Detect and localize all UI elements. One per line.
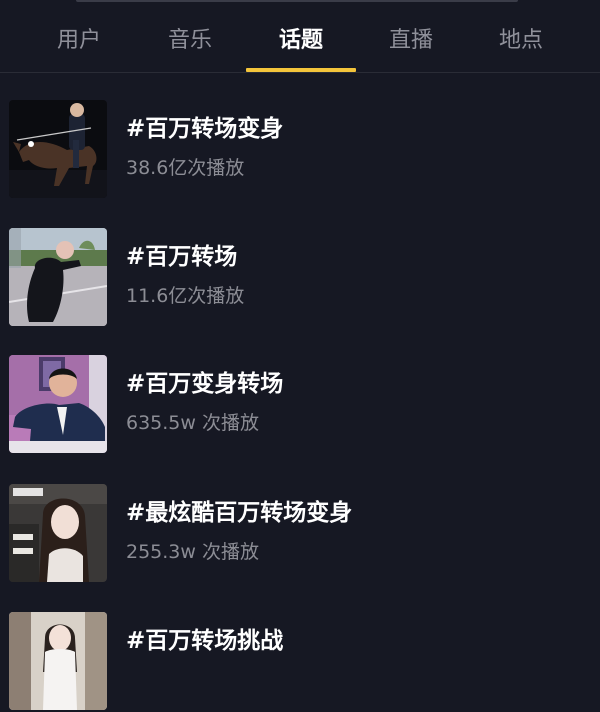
topic-list-item[interactable]: #百万转场变身 38.6亿次播放 bbox=[0, 100, 600, 200]
woman-portrait-thumbnail bbox=[9, 484, 107, 582]
tab-music[interactable]: 音乐 bbox=[135, 24, 245, 60]
active-tab-indicator bbox=[246, 68, 356, 72]
topic-title: #百万转场挑战 bbox=[126, 628, 284, 654]
tab-live[interactable]: 直播 bbox=[356, 24, 466, 60]
search-category-tabs: 用户 音乐 话题 直播 地点 bbox=[0, 0, 600, 73]
topic-play-count: 11.6亿次播放 bbox=[126, 285, 245, 307]
rider-on-horse-thumbnail bbox=[9, 100, 107, 198]
topic-list-item[interactable]: #百万转场挑战 bbox=[0, 612, 600, 712]
topic-play-count: 38.6亿次播放 bbox=[126, 157, 245, 179]
outdoor-dance-thumbnail bbox=[9, 228, 107, 326]
topic-title: #百万变身转场 bbox=[126, 371, 284, 397]
topic-list-item[interactable]: #最炫酷百万转场变身 255.3w 次播放 bbox=[0, 484, 600, 584]
tab-users[interactable]: 用户 bbox=[24, 24, 134, 60]
tab-places[interactable]: 地点 bbox=[466, 24, 576, 60]
topic-list-item[interactable]: #百万变身转场 635.5w 次播放 bbox=[0, 355, 600, 455]
tab-topics[interactable]: 话题 bbox=[246, 24, 356, 60]
girl-indoor-thumbnail bbox=[9, 612, 107, 710]
topic-play-count: 635.5w 次播放 bbox=[126, 412, 259, 434]
topic-title: #最炫酷百万转场变身 bbox=[126, 500, 353, 526]
topic-title: #百万转场 bbox=[126, 244, 238, 270]
man-in-suit-thumbnail bbox=[9, 355, 107, 453]
topic-title: #百万转场变身 bbox=[126, 116, 284, 142]
topic-list-item[interactable]: #百万转场 11.6亿次播放 bbox=[0, 228, 600, 328]
topic-play-count: 255.3w 次播放 bbox=[126, 541, 259, 563]
